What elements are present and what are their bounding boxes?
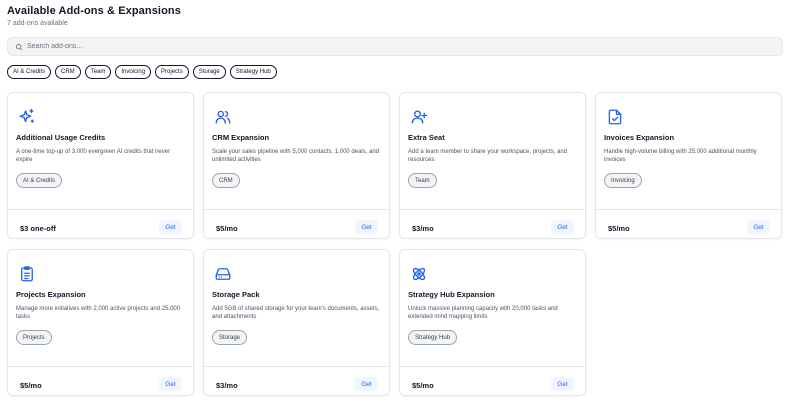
addon-price: $5/mo [412,381,434,390]
addon-price: $3/mo [216,381,238,390]
get-button[interactable]: Get [159,377,182,391]
filter-chip-strategy-hub[interactable]: Strategy Hub [229,65,277,79]
addon-description: A one-time top-up of 3,000 evergreen AI … [16,149,171,164]
sparkles-icon [18,108,36,126]
addon-name: CRM Expansion [212,133,270,142]
addon-tag: Strategy Hub [408,330,458,345]
atom-icon [410,265,428,283]
addon-tag: CRM [212,173,240,188]
addon-description: Scale your sales pipeline with 5,000 con… [212,149,380,164]
card-divider [8,366,193,367]
addon-tag: Projects [16,330,52,345]
addon-price: $5/mo [20,381,42,390]
addon-card-extra-seat: Extra Seat Add a team member to share yo… [399,92,586,239]
addon-description: Add 5GB of shared storage for your team'… [212,306,380,321]
hard-drive-icon [214,265,232,283]
addon-tag: Invoicing [604,173,642,188]
card-divider [400,209,585,210]
addon-description: Unlock massive planning capacity with 20… [408,306,558,321]
filter-chip-invoicing[interactable]: Invoicing [115,65,152,79]
addon-card-projects: Projects Expansion Manage more initiativ… [7,249,194,396]
page-header: Available Add-ons & Expansions 7 add-ons… [7,4,181,28]
card-divider [596,209,781,210]
filter-chip-projects[interactable]: Projects [155,65,189,79]
addon-name: Extra Seat [408,133,445,142]
card-divider [204,209,389,210]
filter-chip-crm[interactable]: CRM [55,65,81,79]
addon-card-storage: Storage Pack Add 5GB of shared storage f… [203,249,390,396]
addon-tag: AI & Credits [16,173,63,188]
addon-count: 7 add-ons available [7,20,68,27]
addon-card-strategy-hub: Strategy Hub Expansion Unlock massive pl… [399,249,586,396]
addon-card-crm: CRM Expansion Scale your sales pipeline … [203,92,390,239]
addon-tag: Team [408,173,437,188]
get-button[interactable]: Get [747,220,770,234]
card-divider [8,209,193,210]
get-button[interactable]: Get [551,377,574,391]
get-button[interactable]: Get [355,377,378,391]
addon-name: Strategy Hub Expansion [408,290,495,299]
users-icon [214,108,232,126]
user-plus-icon [410,108,428,126]
page-title: Available Add-ons & Expansions [7,5,181,17]
addon-price: $5/mo [216,224,238,233]
addon-tag: Storage [212,330,248,345]
get-button[interactable]: Get [159,220,182,234]
card-divider [204,366,389,367]
filter-chip-ai-credits[interactable]: AI & Credits [7,65,52,79]
clipboard-list-icon [18,265,36,283]
search-input[interactable] [27,39,727,54]
filter-chips: AI & Credits CRM Team Invoicing Projects… [7,65,277,79]
addon-name: Storage Pack [212,290,260,299]
filter-chip-storage[interactable]: Storage [192,65,226,79]
get-button[interactable]: Get [355,220,378,234]
addon-card-invoices: Invoices Expansion Handle high-volume bi… [595,92,782,239]
addon-name: Invoices Expansion [604,133,675,142]
addon-card-usage-credits: Additional Usage Credits A one-time top-… [7,92,194,239]
addon-name: Projects Expansion [16,290,86,299]
search-bar[interactable] [7,37,783,56]
addon-price: $3 one-off [20,224,56,233]
addon-price: $5/mo [608,224,630,233]
filter-chip-team[interactable]: Team [84,65,112,79]
addon-description: Handle high-volume billing with 25,000 a… [604,149,757,164]
addon-name: Additional Usage Credits [16,133,106,142]
file-check-icon [606,108,624,126]
get-button[interactable]: Get [551,220,574,234]
addon-price: $3/mo [412,224,434,233]
addon-description: Manage more initiatives with 2,000 activ… [16,306,181,321]
addon-description: Add a team member to share your workspac… [408,149,568,164]
card-divider [400,366,585,367]
search-icon [15,43,23,50]
